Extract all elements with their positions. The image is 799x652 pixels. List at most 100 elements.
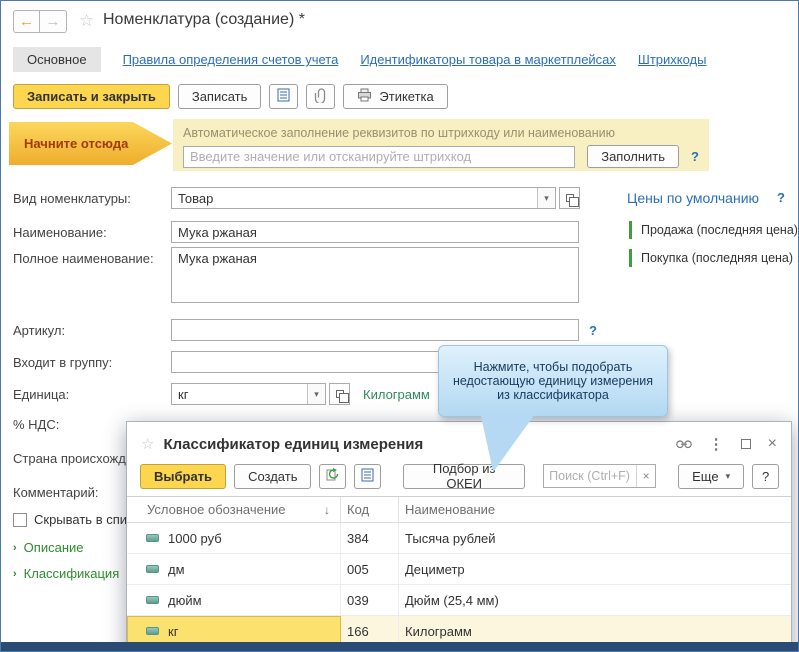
nav-buttons: ← → xyxy=(13,10,67,33)
forward-button[interactable]: → xyxy=(40,10,67,33)
select-button[interactable]: Выбрать xyxy=(140,463,227,489)
journal-button[interactable] xyxy=(354,463,382,489)
fullname-label: Полное наименование: xyxy=(13,251,154,266)
unit-item-icon xyxy=(146,565,159,573)
more-button[interactable]: Еще ▾ xyxy=(678,463,745,489)
dialog-title: Классификатор единиц измерения xyxy=(163,435,424,453)
back-button[interactable]: ← xyxy=(13,10,40,33)
journal-button[interactable] xyxy=(269,84,299,109)
autofill-help-icon[interactable]: ? xyxy=(691,149,699,164)
paperclip-icon xyxy=(314,87,328,106)
cell-symbol: дм xyxy=(168,561,185,577)
cell-name: Тысяча рублей xyxy=(405,530,496,546)
cell-symbol: дюйм xyxy=(168,592,202,608)
default-prices-link[interactable]: Цены по умолчанию xyxy=(627,190,759,206)
okei-pick-button[interactable]: Подбор из ОКЕИ xyxy=(403,461,526,491)
clear-search-icon[interactable]: × xyxy=(636,465,655,487)
kind-value: Товар xyxy=(178,190,214,206)
barcode-input[interactable] xyxy=(183,145,576,168)
column-header-code[interactable]: Код xyxy=(341,497,399,522)
chevron-right-icon: › xyxy=(13,541,17,554)
kind-open-button[interactable] xyxy=(559,187,580,209)
price-item-sale: Продажа (последняя цена) xyxy=(629,221,797,239)
kind-dropdown-button[interactable]: ▾ xyxy=(537,188,555,208)
unit-fullname: Килограмм xyxy=(363,386,430,402)
units-table: Условное обозначение ↓ Код Наименование … xyxy=(127,496,791,647)
create-copy-button[interactable] xyxy=(319,463,347,489)
save-close-button[interactable]: Записать и закрыть xyxy=(13,84,170,109)
table-row[interactable]: дм 005 Дециметр xyxy=(127,554,791,585)
field-row-name: Наименование: xyxy=(13,221,579,243)
unit-item-icon xyxy=(146,627,159,635)
unit-open-button[interactable] xyxy=(329,383,350,405)
cell-code: 039 xyxy=(341,585,399,615)
kind-combo[interactable]: Товар ▾ xyxy=(171,187,556,209)
chevron-down-icon: ▾ xyxy=(544,192,549,203)
table-header: Условное обозначение ↓ Код Наименование xyxy=(127,497,791,523)
callout-bubble: Нажмите, чтобы подобрать недостающую еди… xyxy=(438,345,668,417)
classification-link-label: Классификация xyxy=(23,566,120,581)
sort-desc-icon: ↓ xyxy=(324,502,330,517)
back-icon: ← xyxy=(19,13,34,30)
fill-button[interactable]: Заполнить xyxy=(587,145,680,168)
tab-accounts[interactable]: Правила определения счетов учета xyxy=(123,52,339,67)
forward-icon: → xyxy=(45,13,61,30)
attachments-button[interactable] xyxy=(306,84,336,109)
unit-combo[interactable]: кг ▾ xyxy=(171,383,326,405)
classification-link[interactable]: › Классификация xyxy=(13,566,119,581)
callout-text: Нажмите, чтобы подобрать недостающую еди… xyxy=(452,360,654,402)
open-icon xyxy=(335,390,349,403)
tab-main[interactable]: Основное xyxy=(13,47,101,72)
search-input[interactable] xyxy=(544,466,637,486)
tab-marketplace-ids[interactable]: Идентификаторы товара в маркетплейсах xyxy=(360,52,616,67)
hide-checkbox[interactable] xyxy=(13,512,27,527)
dialog-titlebar: ☆ Классификатор единиц измерения ⋮ × xyxy=(127,422,791,460)
field-row-fullname: Полное наименование: Мука ржаная xyxy=(13,247,579,303)
description-link[interactable]: › Описание xyxy=(13,540,84,555)
help-button[interactable]: ? xyxy=(752,463,779,489)
column-header-symbol[interactable]: Условное обозначение ↓ xyxy=(127,497,341,522)
label-print-button[interactable]: Этикетка xyxy=(343,84,448,109)
unit-item-icon xyxy=(146,534,159,542)
fullname-textarea[interactable]: Мука ржаная xyxy=(171,247,579,303)
name-input[interactable] xyxy=(171,221,579,243)
column-header-name[interactable]: Наименование xyxy=(399,497,791,522)
open-icon xyxy=(565,194,579,207)
description-link-label: Описание xyxy=(23,540,84,555)
price-item-purchase: Покупка (последняя цена) xyxy=(629,249,797,267)
start-here-text: Начните отсюда xyxy=(24,136,129,151)
journal-icon xyxy=(277,88,290,105)
form-toolbar: Записать и закрыть Записать Этикетка xyxy=(13,84,448,109)
cell-name: Дюйм (25,4 мм) xyxy=(405,592,499,608)
close-icon[interactable]: × xyxy=(768,435,777,453)
dialog-favorite-star-icon[interactable]: ☆ xyxy=(141,435,154,453)
create-button[interactable]: Создать xyxy=(234,463,312,489)
table-row[interactable]: 1000 руб 384 Тысяча рублей xyxy=(127,523,791,554)
link-icon[interactable] xyxy=(675,439,692,449)
app-window: ← → ☆ Номенклатура (создание) * Основное… xyxy=(0,0,799,652)
printer-icon xyxy=(357,88,372,105)
units-classifier-dialog: ☆ Классификатор единиц измерения ⋮ × Выб… xyxy=(126,421,792,651)
cell-symbol: 1000 руб xyxy=(168,530,222,546)
chevron-down-icon: ▾ xyxy=(314,388,319,399)
article-input[interactable] xyxy=(171,319,579,341)
article-help-icon[interactable]: ? xyxy=(589,323,597,338)
prices-help-icon[interactable]: ? xyxy=(777,190,785,205)
favorite-star-icon[interactable]: ☆ xyxy=(79,11,94,31)
article-label: Артикул: xyxy=(13,322,66,338)
tab-barcodes[interactable]: Штрихкоды xyxy=(638,52,707,67)
unit-dropdown-button[interactable]: ▾ xyxy=(307,384,325,404)
chevron-down-icon: ▾ xyxy=(725,470,731,481)
more-button-label: Еще xyxy=(692,468,719,484)
more-menu-icon[interactable]: ⋮ xyxy=(709,435,724,453)
field-row-kind: Вид номенклатуры: Товар ▾ xyxy=(13,187,580,209)
cell-name: Дециметр xyxy=(405,561,465,577)
table-row[interactable]: дюйм 039 Дюйм (25,4 мм) xyxy=(127,585,791,616)
autofill-panel: Автоматическое заполнение реквизитов по … xyxy=(173,119,709,171)
unit-value: кг xyxy=(178,386,189,402)
maximize-icon[interactable] xyxy=(740,439,751,449)
save-button[interactable]: Записать xyxy=(177,84,262,109)
name-label: Наименование: xyxy=(13,224,107,240)
field-row-unit: Единица: кг ▾ Килограмм xyxy=(13,383,430,405)
cell-symbol: кг xyxy=(168,623,179,639)
